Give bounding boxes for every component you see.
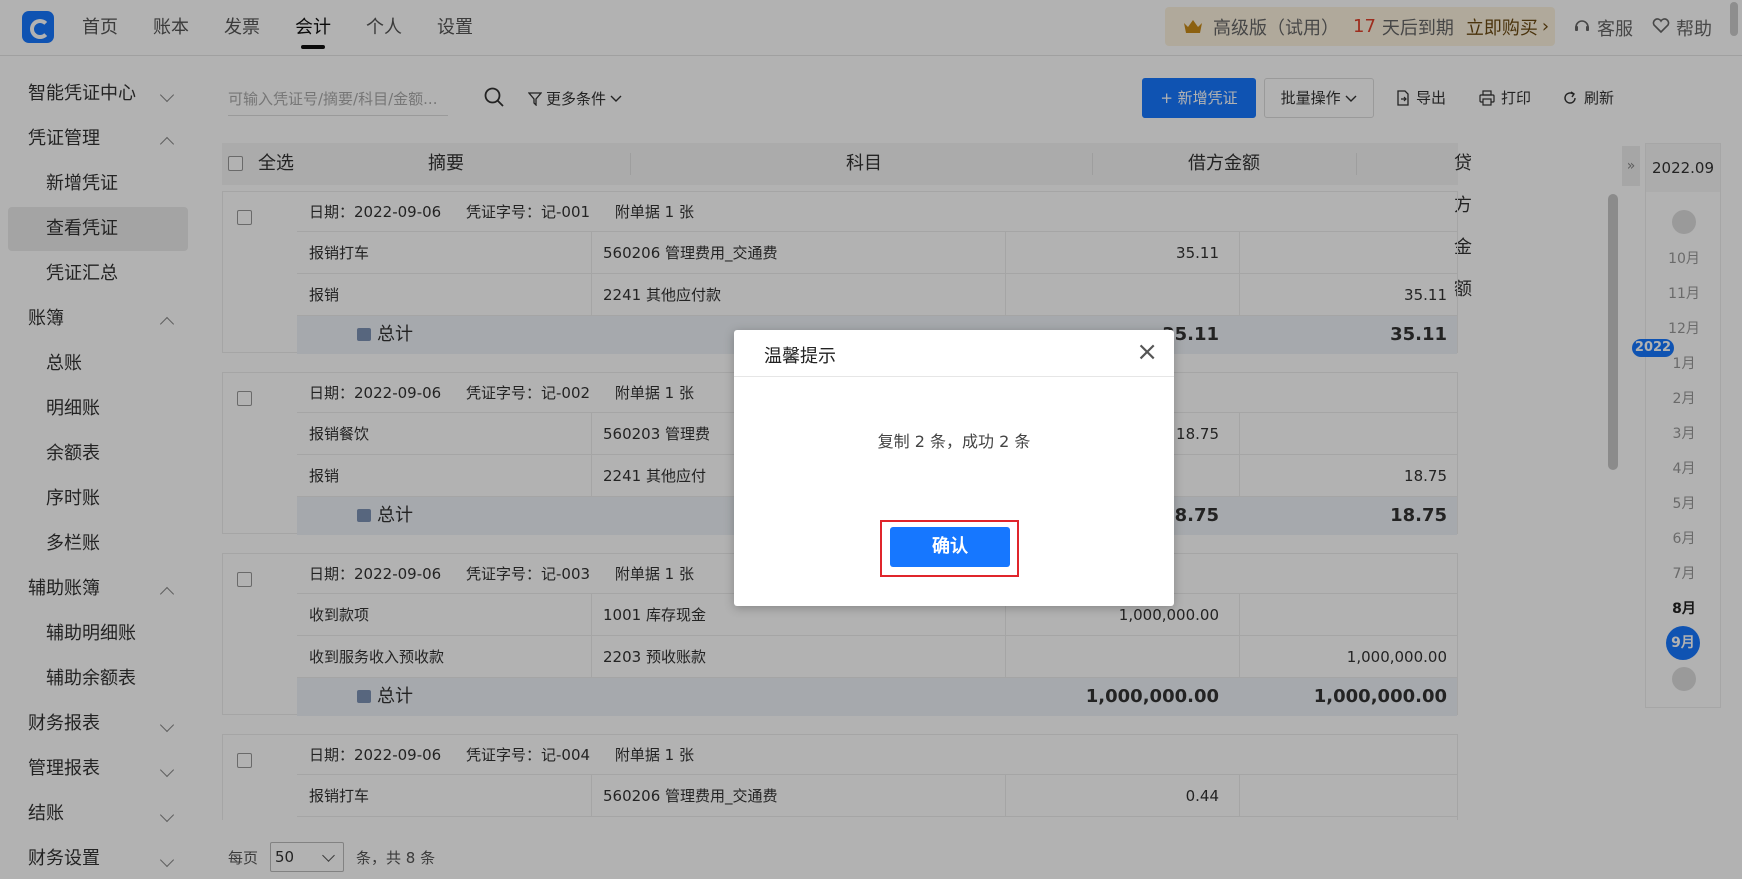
dialog-title: 温馨提示 xyxy=(764,346,836,367)
close-icon[interactable]: × xyxy=(1136,338,1158,366)
confirm-button[interactable]: 确认 xyxy=(890,527,1010,567)
notice-dialog: 温馨提示 × 复制 2 条，成功 2 条 确认 xyxy=(734,330,1174,606)
dialog-message: 复制 2 条，成功 2 条 xyxy=(877,432,1031,451)
